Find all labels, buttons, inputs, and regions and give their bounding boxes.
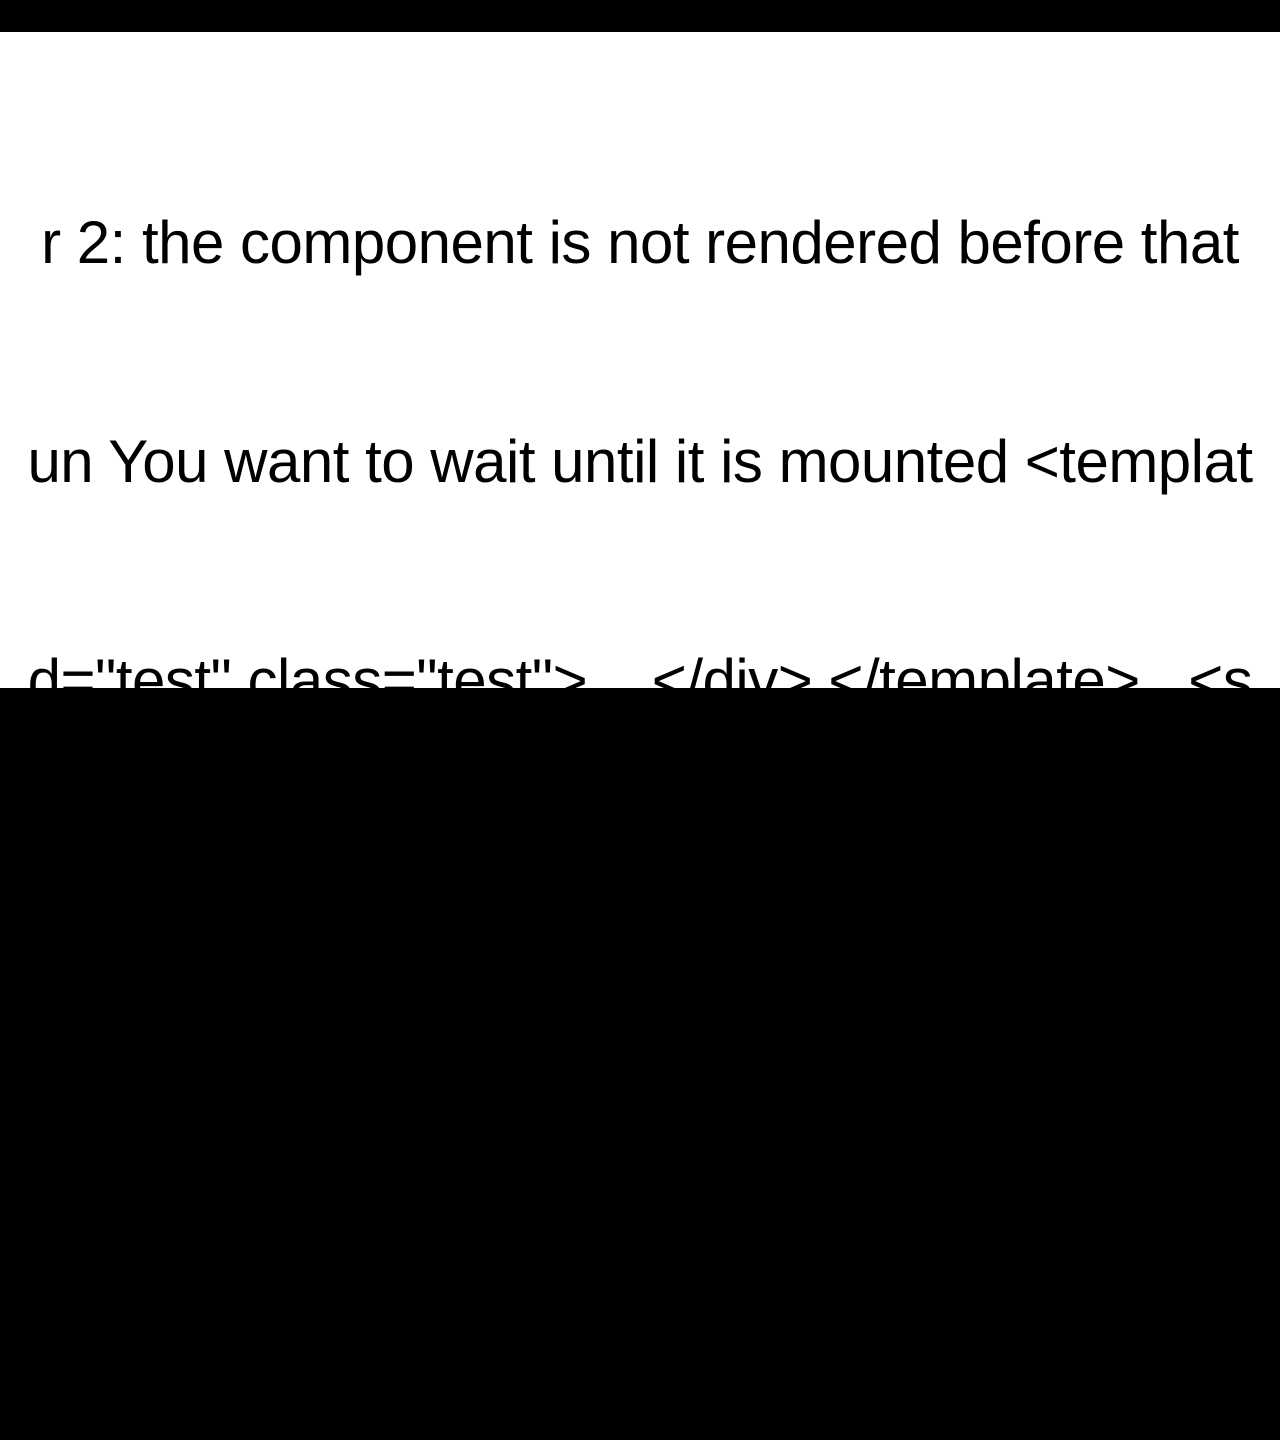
content-band: r 2: the component is not rendered befor… <box>0 32 1280 688</box>
text-line: le.log(document.querySelector('.test')) … <box>0 1082 1280 1155</box>
text-line: al, there's hardly ever any need to use … <box>0 1301 1280 1374</box>
text-line: r 2: the component is not rendered befor… <box>0 206 1280 279</box>
text-line: import { onMounted } from 'vue'; onMount… <box>0 863 1280 936</box>
text-line: un You want to wait until it is mounted … <box>0 425 1280 498</box>
text-line: d="test" class="test"> </div> </template… <box>0 644 1280 717</box>
text-block: r 2: the component is not rendered befor… <box>0 60 1280 1440</box>
